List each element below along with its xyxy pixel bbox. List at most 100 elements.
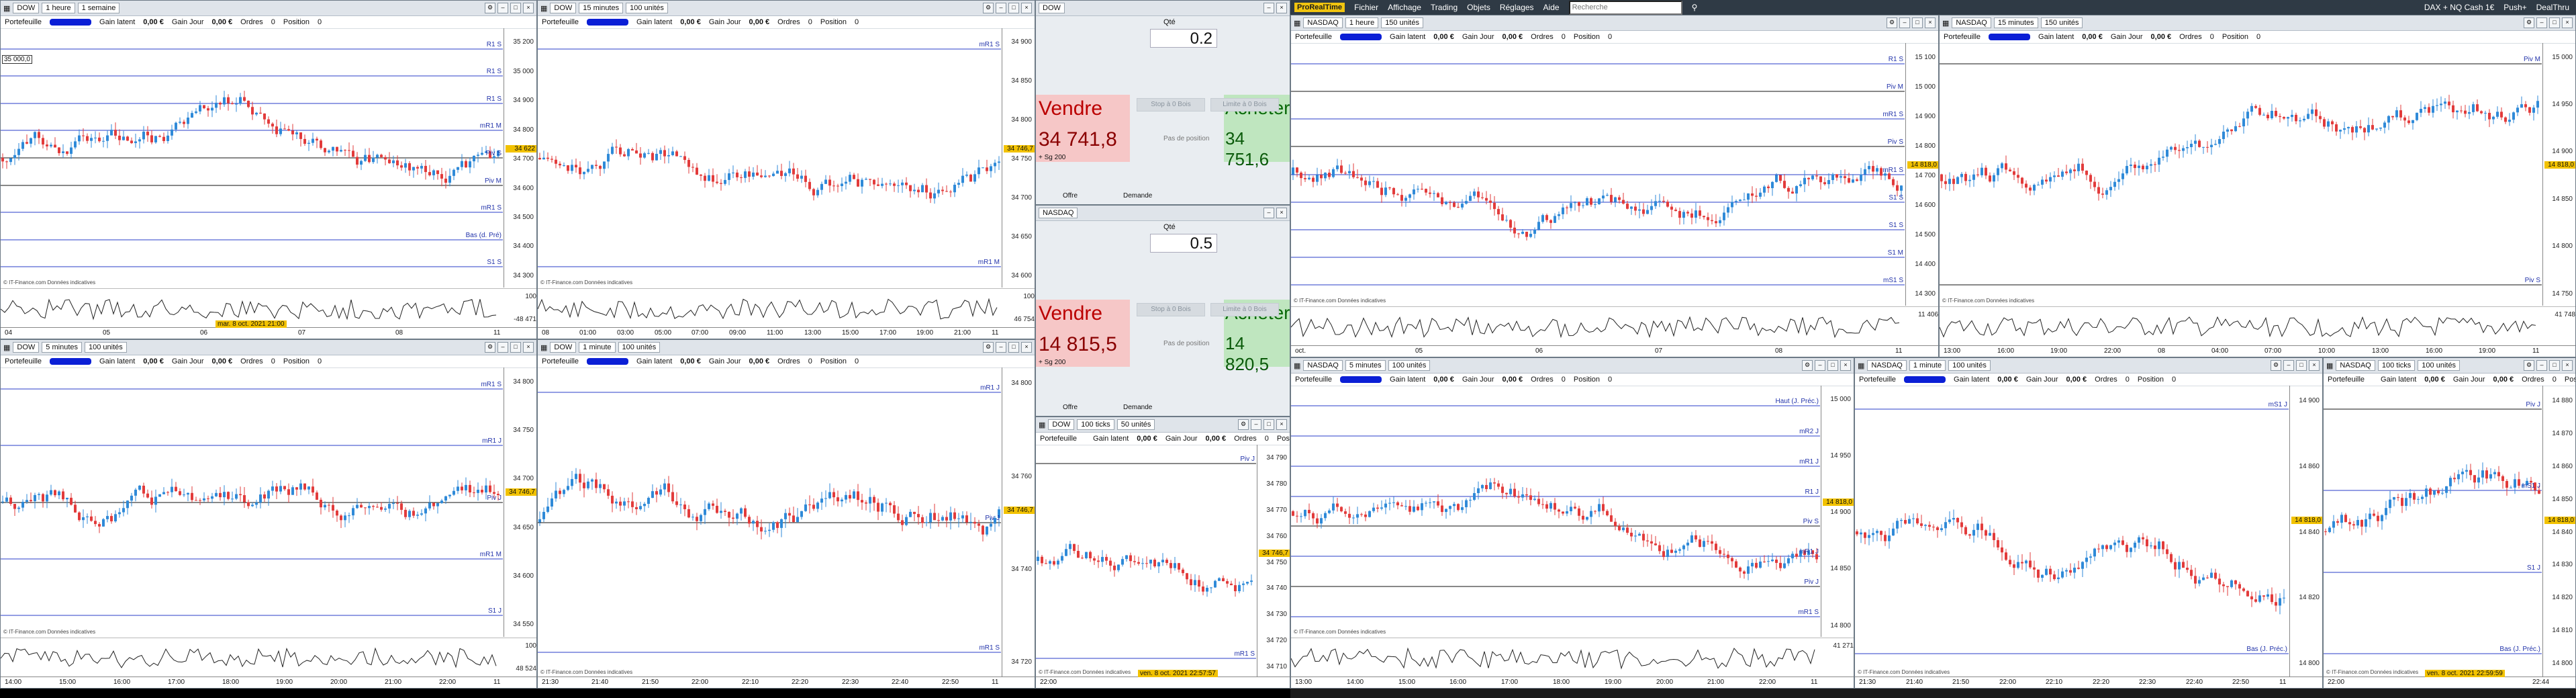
close-icon[interactable]: × (1021, 342, 1032, 353)
minimize-icon[interactable]: – (497, 3, 508, 13)
ordres-value[interactable]: 0 (1562, 33, 1566, 41)
push-label[interactable]: Push+ (2503, 3, 2526, 12)
price-axis[interactable]: 34 790 34 780 34 770 34 760 34 750 34 740 34 7… (1257, 445, 1290, 677)
settings-icon[interactable]: ⚙ (1887, 17, 1897, 28)
minimize-icon[interactable]: – (1815, 360, 1825, 371)
maximize-icon[interactable]: □ (2549, 17, 2560, 28)
settings-icon[interactable]: ⚙ (485, 342, 495, 353)
search-icon[interactable]: ⚲ (1692, 3, 1698, 12)
qty-input[interactable]: 0.5 (1150, 234, 1217, 253)
settings-icon[interactable]: ⚙ (2524, 17, 2534, 28)
ordres-value[interactable]: 0 (2553, 376, 2557, 384)
minimize-icon[interactable]: – (1263, 208, 1274, 218)
period-select[interactable]: 1 heure (42, 3, 75, 13)
chart-window-dow-5m[interactable]: ▦ DOW 5 minutes 100 unités ⚙ – □ × Portefeuille G… (0, 339, 537, 689)
menu-aide[interactable]: Aide (1543, 3, 1560, 12)
minimize-icon[interactable]: – (996, 3, 1006, 13)
chart-window-nasdaq-1m[interactable]: ▦ NASDAQ 1 minute 100 unités ⚙ – □ × Portefeuill… (1854, 357, 2323, 689)
position-value[interactable]: 0 (2172, 376, 2176, 384)
price-axis[interactable]: 35 200 35 000 34 900 34 800 34 700 34 600 34 5… (504, 28, 536, 288)
indicator-pane[interactable]: 100 46 754 (538, 288, 1035, 329)
sell-button[interactable]: Vendre 34 741,8 + Sg 200 (1036, 95, 1130, 162)
menu-affichage[interactable]: Affichage (1388, 3, 1421, 12)
close-icon[interactable]: × (1276, 419, 1287, 430)
period-select[interactable]: 5 minutes (42, 342, 82, 353)
settings-icon[interactable]: ⚙ (983, 342, 994, 353)
close-icon[interactable]: × (2309, 360, 2320, 371)
instrument-select[interactable]: DOW (13, 3, 40, 13)
ordres-value[interactable]: 0 (2126, 376, 2130, 384)
position-value[interactable]: 0 (2256, 33, 2260, 41)
chart-window-nasdaq-1h[interactable]: ▦ NASDAQ 1 heure 150 unités ⚙ – □ × Portefeuille… (1290, 15, 1939, 357)
time-axis[interactable]: 22:00 (1036, 677, 1290, 688)
ordres-value[interactable]: 0 (271, 357, 275, 365)
units-select[interactable]: 150 unités (1381, 17, 1423, 28)
units-select[interactable]: 100 unités (618, 342, 661, 353)
period-select[interactable]: 100 ticks (2377, 360, 2416, 371)
price-chart[interactable] (1291, 386, 1820, 637)
menu-fichier[interactable]: Fichier (1354, 3, 1378, 12)
time-axis[interactable]: 04 05 06 07 08 11 (1, 327, 536, 339)
period-select[interactable]: 5 minutes (1345, 360, 1386, 371)
chart-window-dow-1h[interactable]: ▦ DOW 1 heure 1 semaine ⚙ – □ × Portefeuille Gain… (0, 0, 537, 339)
ordres-value[interactable]: 0 (808, 357, 812, 365)
maximize-icon[interactable]: □ (1912, 17, 1923, 28)
search-input[interactable] (1568, 0, 1682, 15)
units-select[interactable]: 1 semaine (77, 3, 120, 13)
position-value[interactable]: 0 (1608, 376, 1612, 384)
maximize-icon[interactable]: □ (2549, 360, 2560, 371)
instrument-select[interactable]: DOW (1048, 419, 1075, 430)
settings-icon[interactable]: ⚙ (1802, 360, 1813, 371)
indicator-pane[interactable]: 100 48 524 (1, 638, 536, 679)
indicator-pane[interactable]: 11 406 (1291, 306, 1938, 347)
sell-button[interactable]: Vendre 14 815,5 + Sg 200 (1036, 300, 1130, 367)
minimize-icon[interactable]: – (1251, 419, 1261, 430)
position-value[interactable]: 0 (855, 18, 859, 26)
chart-window-nasdaq-5m[interactable]: ▦ NASDAQ 5 minutes 100 unités ⚙ – □ × Portefeuil… (1290, 357, 1854, 689)
price-chart[interactable] (1940, 43, 2542, 306)
menu-trading[interactable]: Trading (1431, 3, 1458, 12)
minimize-icon[interactable]: – (2536, 360, 2547, 371)
time-axis[interactable]: 08 01:00 03:00 05:00 07:00 09:00 11:00 13:00 15:… (538, 327, 1035, 339)
price-chart[interactable] (1, 28, 503, 288)
time-axis[interactable]: 22:00 22:44 (2324, 677, 2575, 688)
time-axis[interactable]: 21:30 21:40 21:50 22:00 22:10 22:20 22:30 22:40… (538, 677, 1035, 688)
ordres-value[interactable]: 0 (2210, 33, 2214, 41)
price-chart[interactable] (1855, 386, 2289, 677)
price-axis[interactable]: 14 900 14 860 14 840 14 820 14 800 14 818,0 (2289, 386, 2322, 677)
price-axis[interactable]: 15 100 15 000 14 900 14 800 14 700 14 600 14 5… (1905, 43, 1938, 306)
qty-input[interactable]: 0.2 (1150, 29, 1217, 48)
maximize-icon[interactable]: □ (1827, 360, 1838, 371)
chart-window-dow-100t[interactable]: ▦ DOW 100 ticks 50 unités ⚙ – □ × Portefeuille Ga… (1035, 417, 1290, 689)
instrument-select[interactable]: DOW (550, 342, 577, 353)
units-select[interactable]: 100 unités (1388, 360, 1431, 371)
chart-window-dow-1m[interactable]: ▦ DOW 1 minute 100 unités ⚙ – □ × Portefeuille Ga… (537, 339, 1035, 689)
close-icon[interactable]: × (1840, 360, 1851, 371)
order-ticket-dow[interactable]: DOW–×Qté0.2Vendre34 741,8+ Sg 200Acheter… (1035, 0, 1290, 205)
instrument-select[interactable]: NASDAQ (1867, 360, 1907, 371)
price-axis[interactable]: 34 800 34 750 34 700 34 650 34 600 34 550 34 7… (504, 367, 536, 637)
units-select[interactable]: 100 unités (85, 342, 127, 353)
price-axis[interactable]: 34 800 34 760 34 740 34 720 34 746,7 (1002, 367, 1035, 677)
ordres-value[interactable]: 0 (271, 18, 275, 26)
units-select[interactable]: 50 unités (1116, 419, 1155, 430)
indicator-pane[interactable]: 41 748 (1940, 306, 2575, 347)
time-axis[interactable]: oct. 05 06 07 08 11 (1291, 345, 1938, 357)
ordres-value[interactable]: 0 (1562, 376, 1566, 384)
price-axis[interactable]: 15 000 14 950 14 900 14 850 14 800 14 818,0 (1821, 386, 1854, 637)
price-chart[interactable] (2324, 386, 2542, 677)
close-icon[interactable]: × (2562, 17, 2573, 28)
order-ticket-nasdaq[interactable]: NASDAQ–×Qté0.5Vendre14 815,5+ Sg 200Ache… (1035, 205, 1290, 417)
time-axis[interactable]: 14:00 15:00 16:00 17:00 18:00 19:00 20:00 21:00… (1, 677, 536, 688)
period-select[interactable]: 1 minute (579, 342, 616, 353)
instrument-select[interactable]: NASDAQ (1303, 17, 1343, 28)
instrument-select[interactable]: NASDAQ (2336, 360, 2375, 371)
units-select[interactable]: 150 unités (2040, 17, 2083, 28)
position-value[interactable]: 0 (855, 357, 859, 365)
chart-window-nasdaq-15m[interactable]: ▦ NASDAQ 15 minutes 150 unités ⚙ – □ × Portefeui… (1939, 15, 2576, 357)
close-icon[interactable]: × (523, 342, 534, 353)
chart-window-dow-15m[interactable]: ▦ DOW 15 minutes 100 unités ⚙ – □ × Portefeuille… (537, 0, 1035, 339)
period-select[interactable]: 100 ticks (1077, 419, 1114, 430)
settings-icon[interactable]: ⚙ (983, 3, 994, 13)
price-chart[interactable] (1, 367, 503, 637)
